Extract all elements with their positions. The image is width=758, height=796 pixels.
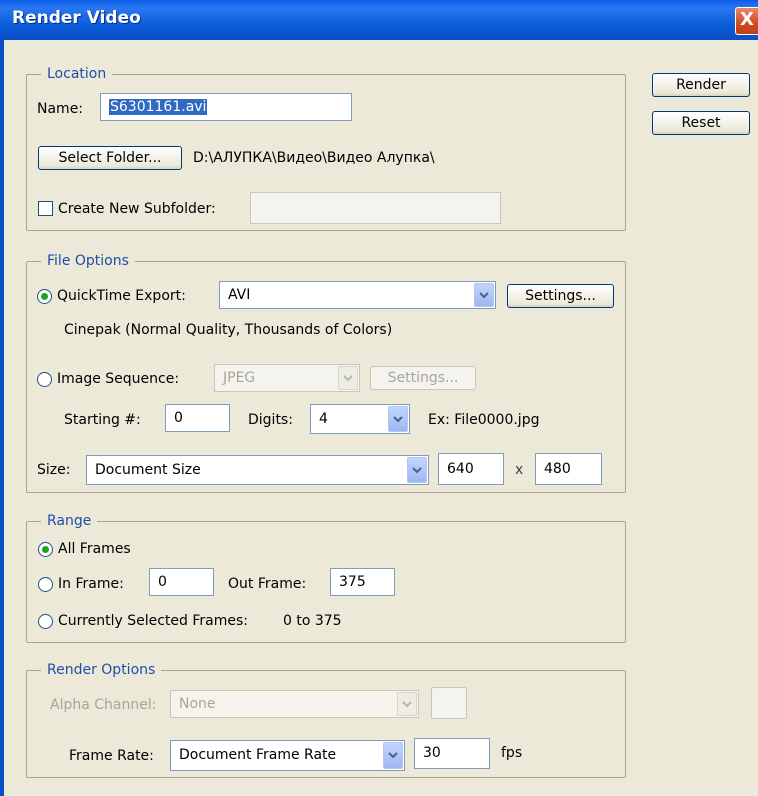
digits-label: Digits: [248,412,293,428]
width-input[interactable]: 640 [438,453,504,485]
close-icon[interactable]: X [735,7,758,35]
quicktime-export-radio[interactable] [37,289,52,304]
quicktime-format-select[interactable]: AVI [219,281,496,309]
render-video-dialog: Render Video X Render Reset Location Nam… [0,0,758,796]
frame-rate-select[interactable]: Document Frame Rate [170,740,405,771]
quicktime-format-value: AVI [228,287,251,303]
all-frames-label: All Frames [58,541,131,557]
chevron-down-icon[interactable] [474,283,494,307]
folder-path: D:\АЛУПКА\Видео\Видео Алупка\ [193,150,435,166]
fps-unit: fps [501,745,523,761]
chevron-down-icon[interactable] [338,366,358,390]
by-separator: x [515,462,524,478]
window-border [0,40,4,796]
frame-rate-value: Document Frame Rate [179,747,337,763]
alpha-channel-label: Alpha Channel: [50,697,157,713]
name-value: S6301161.avi [109,99,208,115]
create-subfolder-checkbox[interactable] [38,201,53,216]
chevron-down-icon[interactable] [397,692,417,716]
chevron-down-icon[interactable] [388,406,408,432]
image-sequence-label: Image Sequence: [57,371,180,387]
frame-rate-label: Frame Rate: [69,748,154,764]
file-options-legend: File Options [41,251,135,271]
image-format-value: JPEG [223,370,256,386]
digits-select[interactable]: 4 [310,404,410,434]
range-legend: Range [41,511,98,531]
in-frame-label: In Frame: [58,576,124,592]
chevron-down-icon[interactable] [383,742,403,769]
size-select[interactable]: Document Size [86,455,429,485]
example-filename: Ex: File0000.jpg [428,412,540,428]
in-frame-input[interactable]: 0 [149,568,214,596]
render-options-legend: Render Options [41,660,162,680]
currently-selected-label: Currently Selected Frames: [58,613,248,629]
quicktime-settings-button[interactable]: Settings... [507,284,614,308]
codec-description: Cinepak (Normal Quality, Thousands of Co… [64,322,393,338]
render-button[interactable]: Render [652,73,750,97]
currently-selected-value: 0 to 375 [283,613,342,629]
location-legend: Location [41,64,113,84]
digits-value: 4 [319,411,328,427]
alpha-color-swatch[interactable] [431,687,467,719]
size-label: Size: [37,462,71,478]
all-frames-radio[interactable] [38,542,53,557]
title-bar[interactable]: Render Video X [0,0,758,40]
alpha-channel-value: None [179,696,216,712]
reset-button[interactable]: Reset [652,111,750,135]
alpha-channel-select[interactable]: None [170,690,419,718]
image-format-select[interactable]: JPEG [214,364,360,392]
image-settings-button[interactable]: Settings... [370,366,476,390]
height-input[interactable]: 480 [535,453,602,485]
name-input[interactable]: S6301161.avi [100,93,352,121]
quicktime-export-label: QuickTime Export: [57,288,186,304]
out-frame-label: Out Frame: [228,576,307,592]
create-subfolder-label: Create New Subfolder: [58,201,216,217]
name-label: Name: [37,101,84,117]
image-sequence-radio[interactable] [37,372,52,387]
subfolder-input[interactable] [250,192,501,224]
window-title: Render Video [12,8,141,28]
chevron-down-icon[interactable] [407,457,427,483]
starting-number-input[interactable]: 0 [165,404,230,432]
starting-number-label: Starting #: [64,412,141,428]
currently-selected-radio[interactable] [38,614,53,629]
size-value: Document Size [95,462,201,478]
select-folder-button[interactable]: Select Folder... [38,146,182,170]
fps-input[interactable]: 30 [414,738,490,769]
in-frame-radio[interactable] [38,577,53,592]
out-frame-input[interactable]: 375 [330,568,395,596]
